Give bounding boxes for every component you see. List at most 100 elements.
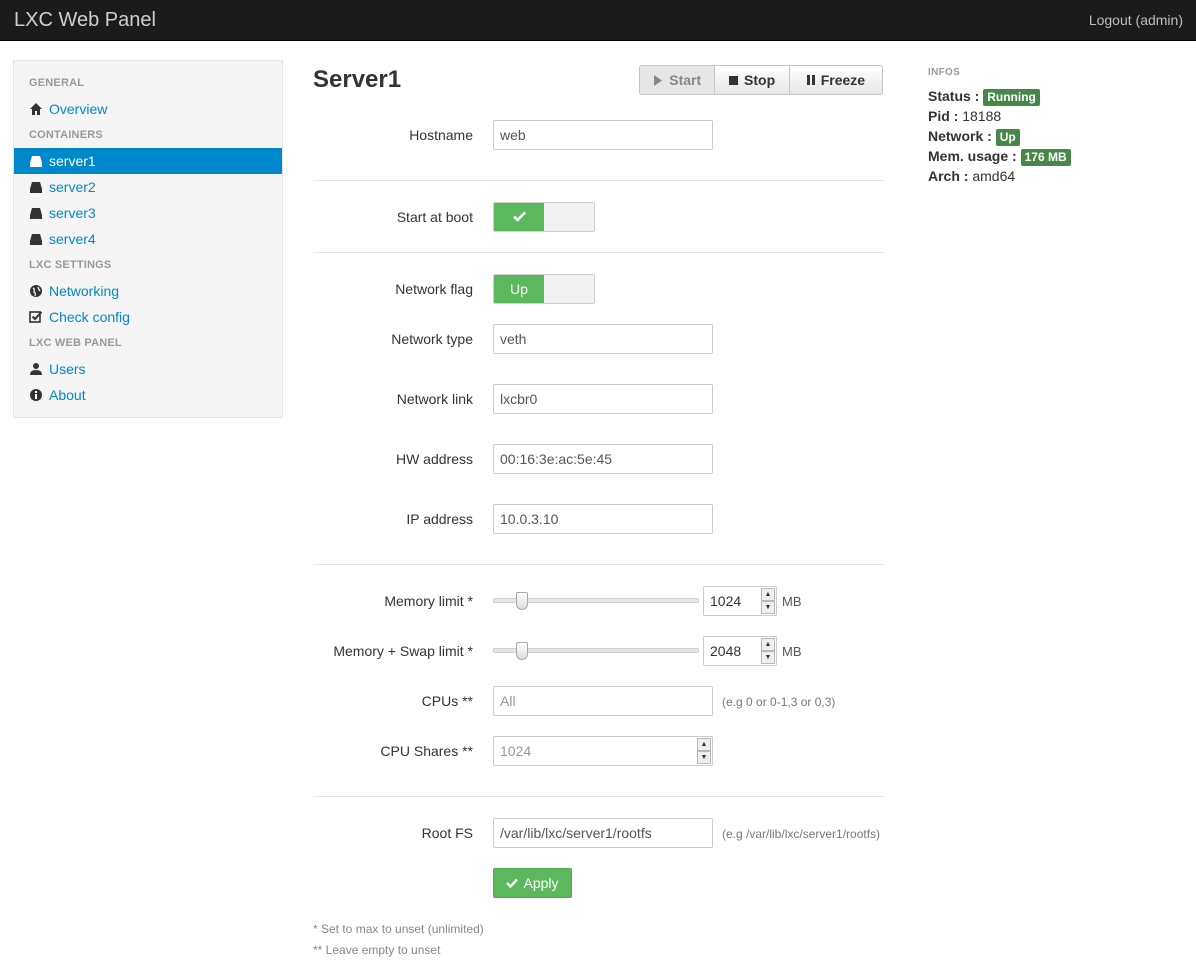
stop-button-label: Stop — [744, 72, 776, 88]
root-fs-input[interactable]: /var/lib/lxc/server1/rootfs — [493, 818, 713, 848]
toggle-on-state — [494, 203, 544, 231]
stepper-down-icon[interactable]: ▼ — [761, 651, 775, 664]
hw-address-input[interactable]: 00:16:3e:ac:5e:45 — [493, 444, 713, 474]
sidebar-item-label: Networking — [49, 283, 120, 299]
start-button[interactable]: Start — [640, 66, 716, 94]
sidebar-item-networking[interactable]: Networking — [14, 278, 282, 304]
hostname-label: Hostname — [409, 127, 473, 143]
cpu-shares-stepper[interactable]: 1024 ▲ ▼ — [493, 736, 713, 766]
checkmark-icon — [512, 211, 526, 222]
info-pid: Pid : 18188 — [928, 108, 1001, 124]
stepper-up-icon[interactable]: ▲ — [697, 738, 711, 751]
ip-address-input[interactable]: 10.0.3.10 — [493, 504, 713, 534]
network-flag-toggle[interactable]: Up — [493, 274, 595, 304]
apply-button[interactable]: Apply — [493, 868, 572, 898]
sidebar-item-label: server3 — [49, 205, 96, 221]
network-type-label: Network type — [391, 331, 473, 347]
server-icon — [30, 156, 42, 167]
stepper-up-icon[interactable]: ▲ — [761, 638, 775, 651]
sidebar-item-label: Overview — [49, 101, 108, 117]
hw-address-label: HW address — [395, 451, 473, 467]
sidebar-item-users[interactable]: Users — [14, 356, 282, 382]
memory-swap-limit-unit: MB — [782, 644, 802, 659]
stepper-arrows: ▲ ▼ — [761, 638, 775, 664]
pause-icon — [806, 75, 815, 85]
info-mem-label: Mem. usage : — [928, 148, 1017, 164]
cpus-hint: (e.g 0 or 0-1,3 or 0,3) — [722, 695, 836, 709]
sidebar-item-check-config[interactable]: Check config — [14, 304, 282, 330]
sidebar-item-label: server2 — [49, 179, 96, 195]
cpus-input[interactable]: All — [493, 686, 713, 716]
stop-button[interactable]: Stop — [715, 66, 790, 94]
memory-swap-limit-stepper[interactable]: 2048 ▲ ▼ — [703, 636, 777, 666]
network-link-label: Network link — [396, 391, 473, 407]
ip-address-label: IP address — [406, 511, 473, 527]
divider — [313, 252, 883, 253]
page-title: Server1 — [313, 66, 402, 93]
sidebar-item-overview[interactable]: Overview — [14, 96, 282, 122]
brand-title[interactable]: LXC Web Panel — [14, 9, 156, 32]
start-at-boot-label: Start at boot — [396, 209, 473, 225]
logout-link[interactable]: Logout (admin) — [1089, 12, 1183, 28]
info-arch: Arch : amd64 — [928, 168, 1015, 184]
sidebar-item-server4[interactable]: server4 — [14, 226, 282, 252]
sidebar-item-label: server4 — [49, 231, 96, 247]
info-network: Network : Up — [928, 128, 1020, 146]
sidebar-item-server1[interactable]: server1 — [14, 148, 282, 174]
sidebar-item-server3[interactable]: server3 — [14, 200, 282, 226]
root-fs-label: Root FS — [421, 825, 473, 841]
stepper-down-icon[interactable]: ▼ — [761, 601, 775, 614]
network-link-input[interactable]: lxcbr0 — [493, 384, 713, 414]
top-navbar: LXC Web Panel Logout (admin) — [0, 0, 1196, 41]
footnote-empty: ** Leave empty to unset — [313, 943, 441, 957]
stepper-down-icon[interactable]: ▼ — [697, 751, 711, 764]
freeze-button[interactable]: Freeze — [790, 66, 882, 94]
sidebar-item-server2[interactable]: server2 — [14, 174, 282, 200]
info-mem: Mem. usage : 176 MB — [928, 148, 1071, 166]
info-pid-label: Pid : — [928, 108, 959, 124]
info-status: Status : Running — [928, 88, 1040, 106]
info-icon — [30, 389, 42, 401]
sidebar-header-containers: CONTAINERS — [29, 129, 103, 141]
memory-limit-label: Memory limit * — [384, 593, 473, 609]
sidebar-item-label: server1 — [49, 153, 96, 169]
globe-icon — [30, 285, 42, 297]
root-fs-hint: (e.g /var/lib/lxc/server1/rootfs) — [722, 827, 881, 841]
status-badge: Running — [983, 89, 1040, 106]
stepper-up-icon[interactable]: ▲ — [761, 588, 775, 601]
divider — [313, 796, 883, 797]
server-icon — [30, 208, 42, 219]
apply-button-label: Apply — [523, 875, 559, 891]
start-at-boot-toggle[interactable] — [493, 202, 595, 232]
sidebar-header-lxc-web-panel: LXC WEB PANEL — [29, 337, 122, 349]
sidebar-item-about[interactable]: About — [14, 382, 282, 408]
server-icon — [30, 182, 42, 193]
sidebar-item-label: Users — [49, 361, 86, 377]
checkmark-icon — [506, 878, 519, 888]
info-arch-label: Arch : — [928, 168, 969, 184]
hostname-input[interactable]: web — [493, 120, 713, 150]
mem-badge: 176 MB — [1020, 149, 1071, 166]
divider — [313, 180, 883, 181]
info-network-label: Network : — [928, 128, 992, 144]
stepper-arrows: ▲ ▼ — [761, 588, 775, 614]
sidebar: GENERAL Overview CONTAINERS server1 serv… — [13, 60, 283, 418]
sidebar-item-label: About — [49, 387, 86, 403]
sidebar-item-label: Check config — [49, 309, 130, 325]
memory-limit-stepper[interactable]: 1024 ▲ ▼ — [703, 586, 777, 616]
cpu-shares-value: 1024 — [500, 743, 532, 759]
memory-limit-value: 1024 — [710, 593, 742, 609]
freeze-button-label: Freeze — [820, 72, 866, 88]
user-icon — [30, 363, 42, 375]
container-actions: Start Stop Freeze — [639, 65, 883, 95]
memory-limit-unit: MB — [782, 594, 802, 609]
network-type-input[interactable]: veth — [493, 324, 713, 354]
divider — [313, 564, 883, 565]
network-flag-value: Up — [494, 275, 544, 303]
memory-swap-limit-label: Memory + Swap limit * — [333, 643, 473, 659]
stop-icon — [729, 75, 739, 85]
memory-swap-limit-slider-handle[interactable] — [516, 642, 528, 660]
memory-limit-slider-handle[interactable] — [516, 592, 528, 610]
sidebar-header-lxc-settings: LXC SETTINGS — [29, 259, 112, 271]
memory-swap-limit-value: 2048 — [710, 643, 742, 659]
